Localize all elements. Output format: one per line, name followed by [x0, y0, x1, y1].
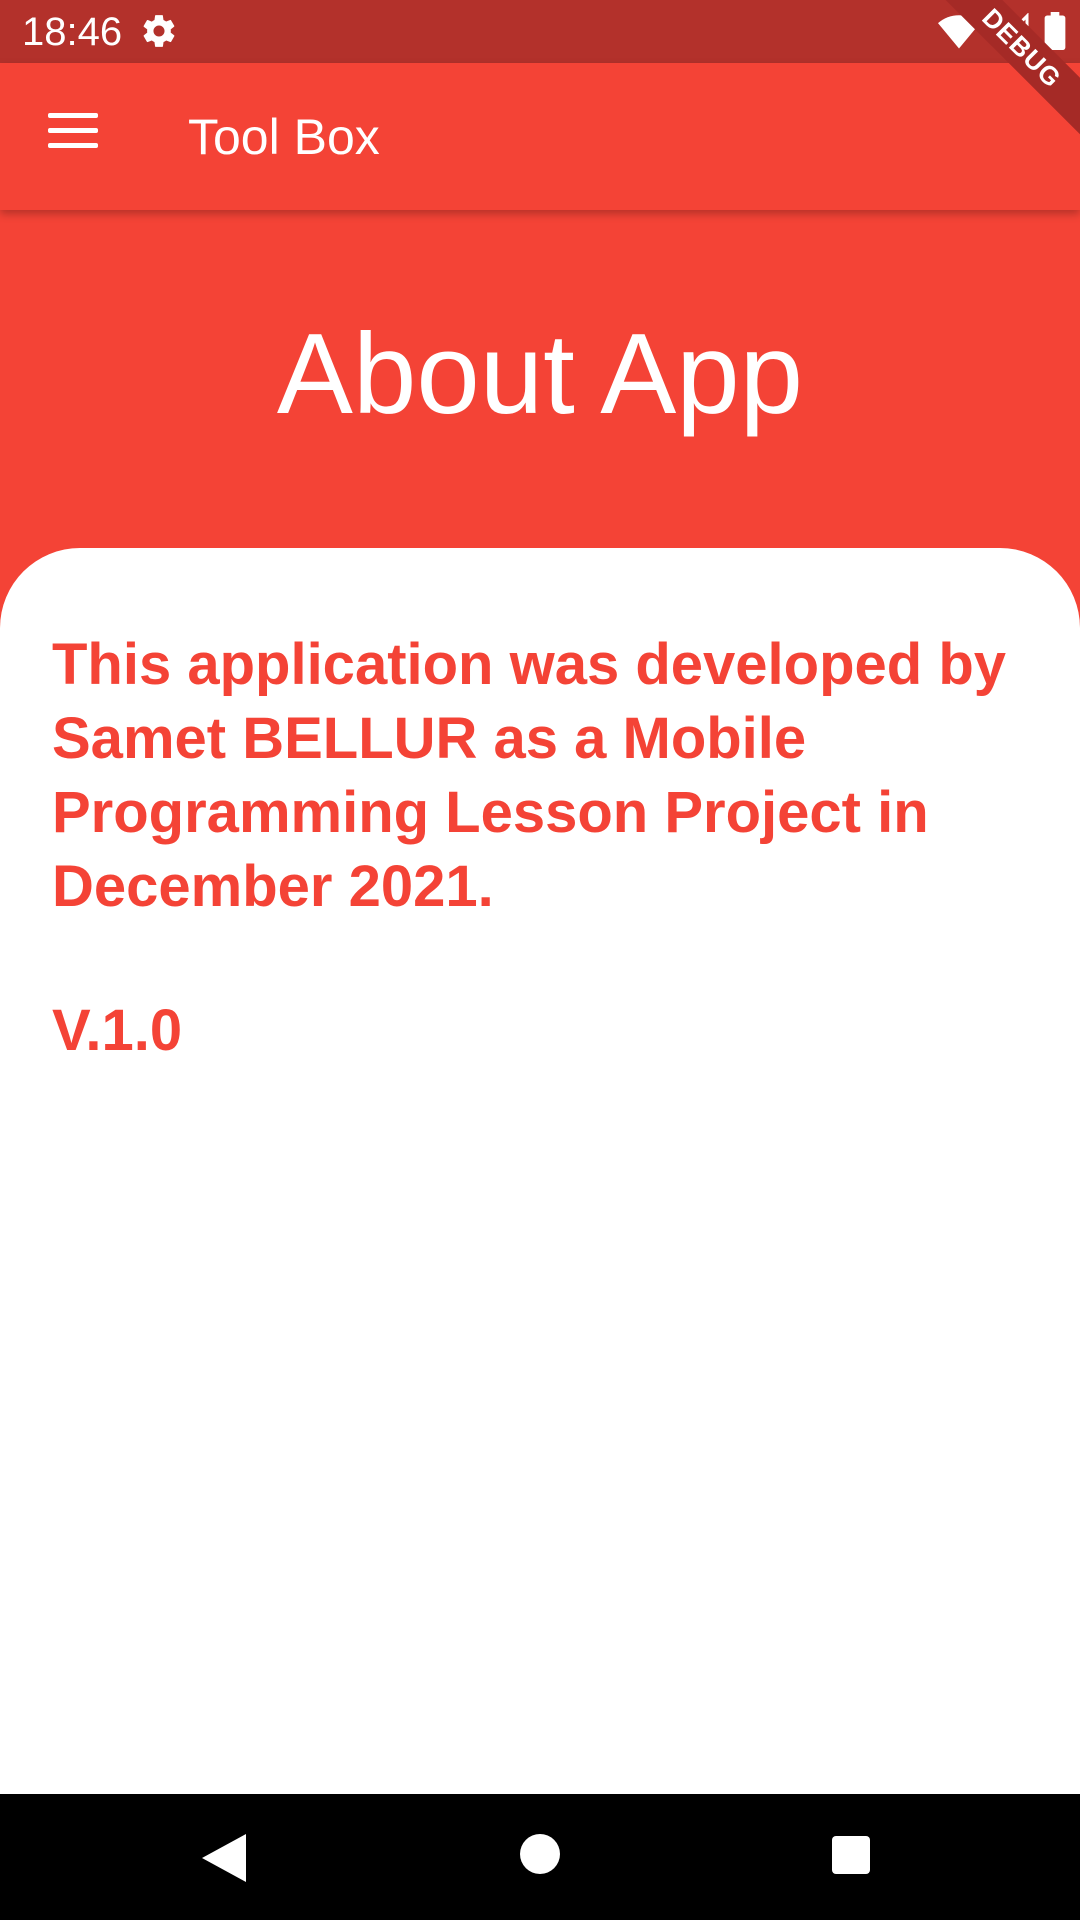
- version-text: V.1.0: [52, 998, 183, 1063]
- content-card: This application was developed by Samet …: [0, 548, 1080, 1794]
- home-icon[interactable]: [520, 1834, 560, 1874]
- recents-icon[interactable]: [832, 1836, 870, 1874]
- page-title: About App: [276, 311, 804, 438]
- status-time: 18:46: [22, 10, 123, 54]
- gear-icon: [143, 15, 175, 47]
- menu-icon[interactable]: [48, 113, 98, 149]
- screen: 18:46 DEBUG Tool Box About App This appl…: [0, 0, 1080, 1920]
- status-bar: 18:46: [0, 0, 1080, 63]
- about-text: This application was developed by Samet …: [52, 632, 1006, 919]
- navigation-bar: [0, 1794, 1080, 1920]
- back-icon[interactable]: [202, 1834, 246, 1882]
- app-bar-title: Tool Box: [188, 109, 380, 165]
- app-bar: Tool Box: [0, 63, 1080, 210]
